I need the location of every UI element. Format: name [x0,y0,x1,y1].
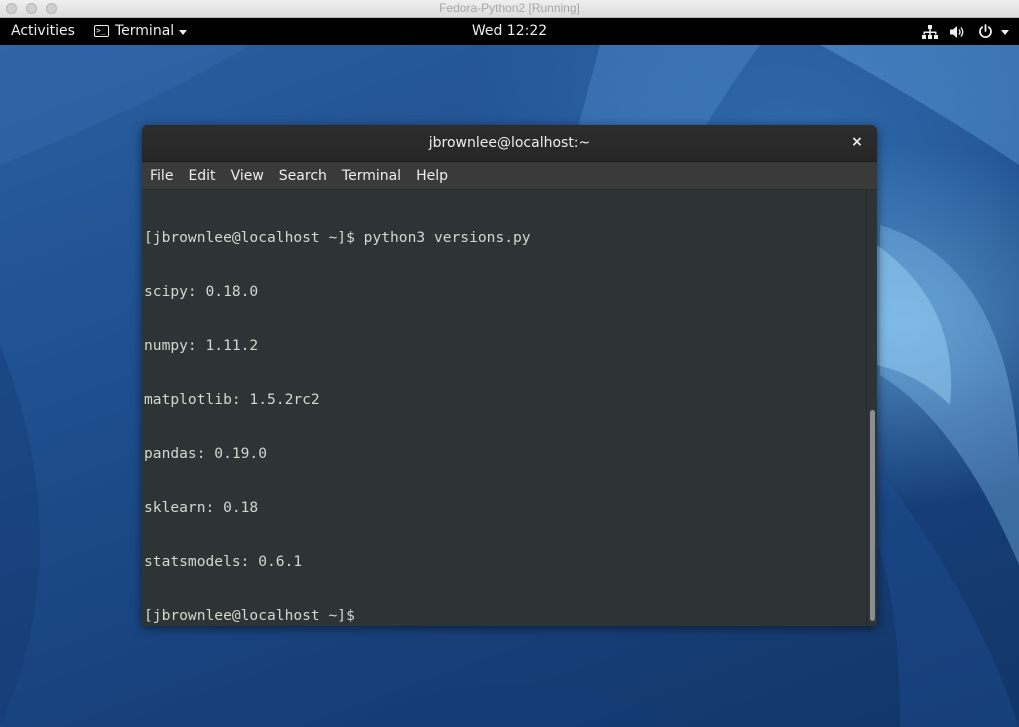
menu-terminal[interactable]: Terminal [334,168,408,184]
chevron-down-icon [1001,30,1009,35]
terminal-line: sklearn: 0.18 [144,499,259,516]
menu-edit[interactable]: Edit [180,168,222,184]
terminal-line: scipy: 0.18.0 [144,283,259,300]
gnome-top-bar: Activities >_ Terminal Wed 12:22 [0,18,1019,45]
terminal-line: statsmodels: 0.6.1 [144,553,303,570]
terminal-title: jbrownlee@localhost:~ [428,135,591,151]
close-icon[interactable]: × [849,134,865,150]
terminal-menubar: File Edit View Search Terminal Help [142,162,877,190]
network-icon [922,24,938,39]
terminal-line: matplotlib: 1.5.2rc2 [144,391,320,408]
host-window-titlebar: Fedora-Python2 [Running] [0,0,1019,18]
host-window-title: Fedora-Python2 [Running] [439,1,580,15]
menu-help[interactable]: Help [408,168,455,184]
power-icon [979,24,992,38]
terminal-titlebar[interactable]: jbrownlee@localhost:~ × [142,125,877,162]
scrollbar-thumb[interactable] [870,410,875,621]
terminal-prompt: [jbrownlee@localhost ~]$ [144,607,364,624]
terminal-line: pandas: 0.19.0 [144,445,268,462]
clock[interactable]: Wed 12:22 [0,23,1019,39]
menu-file[interactable]: File [142,168,180,184]
terminal-line: numpy: 1.11.2 [144,337,259,354]
status-area[interactable] [922,24,1009,39]
terminal-window[interactable]: jbrownlee@localhost:~ × File Edit View S… [142,125,877,626]
menu-view[interactable]: View [223,168,271,184]
terminal-output[interactable]: [jbrownlee@localhost ~]$ python3 version… [142,190,866,626]
terminal-line: [jbrownlee@localhost ~]$ python3 version… [144,229,531,246]
volume-icon [950,25,964,38]
terminal-scrollbar[interactable] [866,190,877,626]
menu-search[interactable]: Search [271,168,334,184]
